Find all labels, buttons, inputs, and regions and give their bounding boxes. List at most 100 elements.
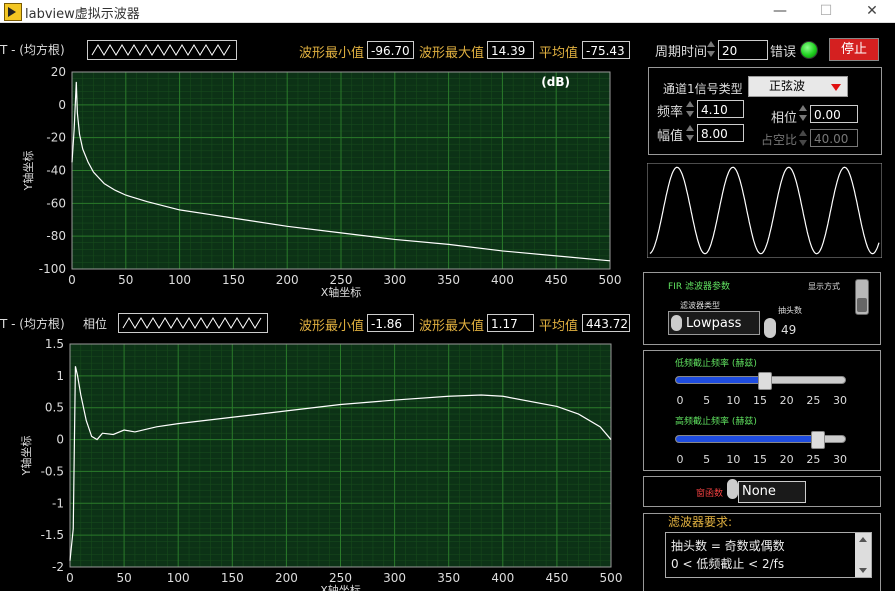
cutoff-tick-label: 20	[779, 453, 794, 466]
spectrum-ytick-label: -80	[46, 229, 66, 243]
waveform-ytick-label: 0.5	[45, 401, 64, 415]
cutoff-tick-label: 0	[676, 394, 684, 407]
spectrum-xtick-label: 250	[330, 273, 353, 287]
error-led-icon	[800, 41, 818, 59]
waveform-xtick-label: 200	[275, 571, 298, 585]
scroll-down-icon[interactable]	[859, 568, 867, 573]
low-cutoff-label: 低频截止频率 (赫兹)	[675, 359, 757, 369]
bottom-avg-value: 443.72n	[582, 314, 630, 332]
display-mode-toggle[interactable]	[855, 279, 869, 315]
spectrum-ytick-label: -40	[46, 164, 66, 178]
phase-spinner-icon[interactable]	[799, 104, 807, 122]
waveform-ytick-label: -2	[52, 560, 64, 574]
spectrum-xtick-label: 100	[168, 273, 191, 287]
taps-label: 抽头数	[778, 306, 802, 315]
high-cutoff-label: 高频截止频率 (赫兹)	[675, 417, 757, 427]
cutoff-tick-label: 10	[726, 453, 741, 466]
waveform-xtick-label: 350	[437, 571, 460, 585]
spectrum-ytick-label: 0	[58, 98, 66, 112]
amplitude-spinner-icon[interactable]	[686, 124, 694, 142]
spectrum-ytick-label: 20	[51, 65, 66, 79]
cutoff-tick-label: 10	[726, 394, 741, 407]
duty-cycle-input[interactable]: 40.00	[810, 129, 858, 147]
low-cutoff-scale: 0 5 10 15 20 25 30	[676, 394, 848, 408]
scroll-up-icon[interactable]	[859, 537, 867, 542]
waveform-xtick-label: 500	[600, 571, 623, 585]
spectrum-unit-label: (dB)	[541, 75, 570, 89]
cutoff-tick-label: 30	[833, 394, 847, 407]
window-fn-value[interactable]: None	[738, 481, 806, 503]
front-panel: T - (均方根) 波形最小值 -96.70 波形最大值 14.39 平均值 -…	[0, 23, 895, 591]
top-avg-value: -75.43	[582, 41, 630, 59]
spectrum-xtick-label: 400	[491, 273, 514, 287]
bottom-rms-label: T - (均方根)	[0, 317, 65, 331]
taps-value[interactable]: 49	[781, 323, 796, 337]
maximize-button[interactable]: ☐	[803, 0, 849, 22]
slider-thumb[interactable]	[757, 372, 772, 390]
period-spinner-icon[interactable]	[707, 40, 715, 58]
waveform-ytick-label: -1.5	[41, 528, 64, 542]
waveform-ytick-label: -1	[52, 496, 64, 510]
waveform-xtick-label: 400	[491, 571, 514, 585]
fir-title: FIR 滤波器参数	[668, 282, 730, 292]
amplitude-label: 幅值	[657, 129, 684, 144]
low-cutoff-slider[interactable]	[675, 372, 846, 390]
filtered-waveform-graph[interactable]: 0 50 100 150 200 250 300 350 400 450 500 1.5 1 0.5 0 -0…	[0, 337, 640, 591]
spectrum-xtick-label: 450	[545, 273, 568, 287]
filter-type-selector[interactable]: Lowpass	[668, 311, 760, 335]
taps-spinner-icon[interactable]	[764, 318, 776, 338]
spectrum-xtick-label: 500	[599, 273, 622, 287]
spectrum-xtick-label: 300	[383, 273, 406, 287]
requirements-title: 滤波器要求:	[668, 515, 733, 529]
waveform-ytick-label: -0.5	[41, 464, 64, 478]
waveform-xaxis-label: X轴坐标	[320, 583, 361, 591]
period-input[interactable]: 20	[718, 40, 768, 60]
waveform-xtick-label: 250	[329, 571, 352, 585]
waveform-xtick-label: 100	[167, 571, 190, 585]
frequency-input[interactable]: 4.10	[697, 100, 744, 118]
bottom-avg-label: 平均值	[539, 319, 579, 334]
bottom-min-value: -1.86	[367, 314, 414, 332]
labview-app-icon	[4, 3, 22, 21]
waveform-ytick-label: 0	[56, 433, 64, 447]
window-fn-label: 窗函数	[696, 489, 724, 499]
duty-cycle-spinner-icon[interactable]	[799, 129, 807, 147]
amplitude-input[interactable]: 8.00	[697, 124, 744, 142]
stop-button[interactable]: 停止	[829, 38, 879, 61]
requirements-scrollbar[interactable]	[855, 533, 871, 577]
filter-type-value: Lowpass	[686, 316, 742, 331]
display-mode-label: 显示方式	[808, 282, 840, 291]
cutoff-tick-label: 20	[779, 394, 794, 407]
bottom-max-label: 波形最大值	[419, 319, 485, 334]
triangle-wave-icon	[122, 317, 262, 329]
requirements-textbox[interactable]: 抽头数 = 奇数或偶数 0 < 低频截止 < 2/fs	[665, 532, 872, 578]
spectrum-ytick-label: -20	[46, 131, 66, 145]
minimize-button[interactable]: —	[757, 0, 803, 22]
signal-type-value: 正弦波	[769, 79, 806, 93]
waveform-xtick-label: 0	[66, 571, 74, 585]
preview-frame	[647, 163, 882, 258]
cutoff-tick-label: 25	[806, 394, 821, 407]
phase-input[interactable]: 0.00	[810, 105, 858, 123]
frequency-label: 频率	[657, 105, 684, 120]
spectrum-yaxis-label: Y轴坐标	[21, 151, 35, 192]
close-button[interactable]: ✕	[849, 0, 895, 22]
duty-cycle-label: 占空比	[761, 133, 798, 147]
signal-type-dropdown[interactable]: 正弦波	[748, 76, 848, 97]
bottom-phase-label: 相位	[83, 317, 108, 331]
signal-preview-graph	[647, 163, 882, 258]
window-title: labview虚拟示波器	[25, 7, 140, 22]
slider-thumb[interactable]	[811, 431, 825, 449]
top-max-label: 波形最大值	[419, 46, 485, 61]
period-label: 周期时间	[655, 45, 708, 60]
top-max-value: 14.39	[487, 41, 534, 59]
frequency-spinner-icon[interactable]	[686, 100, 694, 118]
spectrum-graph[interactable]: 0 50 100 150 200 250 300 350 400 450 500200-20-40-…	[0, 63, 640, 308]
top-pattern-indicator	[87, 40, 237, 60]
window-fn-spinner-icon[interactable]	[727, 479, 738, 499]
spectrum-xtick-label: 150	[222, 273, 245, 287]
title-bar: labview虚拟示波器 — ☐ ✕	[0, 0, 895, 23]
spectrum-xtick-label: 50	[118, 273, 133, 287]
cutoff-tick-label: 5	[703, 394, 711, 407]
high-cutoff-slider[interactable]	[675, 431, 846, 449]
